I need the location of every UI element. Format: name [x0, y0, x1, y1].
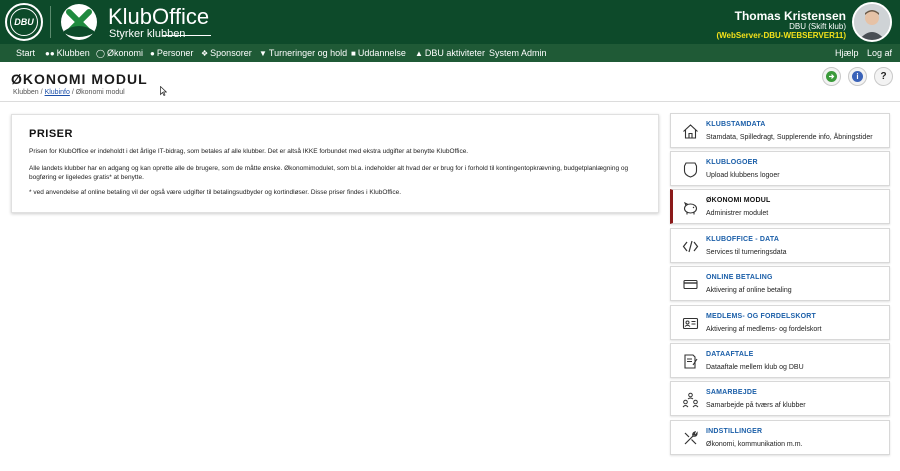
nav-label: Økonomi — [106, 48, 143, 58]
nav-item-start[interactable]: Start — [16, 44, 35, 62]
nav-label: System Admin — [489, 48, 547, 58]
nav-label: Turneringer og hold — [268, 48, 348, 58]
arrow-right-glyph — [829, 74, 835, 79]
breadcrumb-separator: / — [71, 89, 74, 96]
nav-label: Personer — [156, 48, 194, 58]
breadcrumb-current: Økonomi modul — [75, 89, 125, 96]
nav-label: Klubben — [56, 48, 90, 58]
nav-item-dbu-aktiviteter[interactable]: ▲ DBU aktiviteter — [415, 44, 485, 62]
sidebar-item-title: KLUBLOGOER — [706, 159, 758, 166]
shield-icon — [683, 162, 698, 178]
prices-paragraph-1: Prisen for KlubOffice er indeholdt i det… — [29, 148, 469, 155]
nav-item-personer[interactable]: ● Personer — [150, 44, 193, 62]
logout-link[interactable]: Log af — [867, 44, 892, 62]
user-name[interactable]: Thomas Kristensen — [735, 9, 846, 23]
prices-paragraph-2: Alle landets klubber har en adgang og ka… — [29, 165, 629, 181]
document-sign-icon — [684, 354, 698, 369]
sidebar-item-title: ØKONOMI MODUL — [706, 197, 771, 204]
graduation-icon: ▲ — [415, 49, 423, 58]
nav-label: DBU aktiviteter — [424, 48, 485, 58]
sidebar-item-subtitle: Stamdata, Spilledragt, Supplerende info,… — [706, 134, 873, 141]
server-label: (WebServer-DBU-WEBSERVER11) — [716, 31, 846, 40]
handshake-icon: ❖ — [201, 49, 209, 58]
sidebar-item-title: INDSTILLINGER — [706, 428, 763, 435]
app-header: DBU KlubOffice Styrker klubben Thomas Kr… — [0, 0, 900, 44]
sidebar-item-subtitle: Samarbejde på tværs af klubber — [706, 402, 806, 409]
nav-item-uddannelse[interactable]: ■ Uddannelse — [351, 44, 406, 62]
sidebar-item-title: DATAAFTALE — [706, 351, 754, 358]
info-icon: i — [852, 71, 863, 82]
arrow-right-icon — [826, 71, 837, 82]
piggy-bank-icon — [683, 201, 698, 215]
sidebar-item-kluboffice-data[interactable]: KLUBOFFICE - DATA Services til turnering… — [670, 228, 890, 263]
coin-icon: ◯ — [96, 49, 105, 58]
sidebar-item-subtitle: Aktivering af medlems- og fordelskort — [706, 326, 822, 333]
nav-item-okonomi[interactable]: ◯ Økonomi — [96, 44, 143, 62]
page-title: ØKONOMI MODUL — [11, 71, 148, 87]
mouse-cursor-icon — [160, 86, 167, 96]
brand-underline — [163, 35, 211, 36]
nav-item-sponsorer[interactable]: ❖ Sponsorer — [201, 44, 252, 62]
user-club-switch[interactable]: DBU (Skift klub) — [789, 22, 846, 31]
sidebar-item-subtitle: Økonomi, kommunikation m.m. — [706, 441, 803, 448]
breadcrumb: Klubben / Klubinfo / Økonomi modul — [13, 89, 125, 96]
forward-button[interactable] — [822, 67, 841, 86]
nav-label: Start — [16, 48, 36, 58]
prices-paragraph-3: * ved anvendelse af online betaling vil … — [29, 189, 402, 196]
nav-label: Sponsorer — [210, 48, 252, 58]
sidebar-item-dataaftale[interactable]: DATAAFTALE Dataaftale mellem klub og DBU — [670, 343, 890, 378]
sidebar-item-okonomi-modul[interactable]: ØKONOMI MODUL Administrer modulet — [670, 189, 890, 224]
dbu-logo[interactable]: DBU — [5, 3, 43, 41]
nav-item-system-admin[interactable]: System Admin — [489, 44, 547, 62]
help-button[interactable]: ? — [874, 67, 893, 86]
sidebar-item-samarbejde[interactable]: SAMARBEJDE Samarbejde på tværs af klubbe… — [670, 381, 890, 416]
trophy-icon: ▼ — [259, 49, 267, 58]
info-button[interactable]: i — [848, 67, 867, 86]
credit-card-icon — [683, 279, 698, 290]
prices-heading: PRISER — [29, 128, 73, 140]
sidebar-item-subtitle: Upload klubbens logoer — [706, 172, 780, 179]
nav-item-klubben[interactable]: ●● Klubben — [45, 44, 90, 62]
nav-item-turneringer[interactable]: ▼ Turneringer og hold — [259, 44, 347, 62]
sidebar-item-online-betaling[interactable]: ONLINE BETALING Aktivering af online bet… — [670, 266, 890, 301]
sidebar-item-medlemskort[interactable]: MEDLEMS- OG FORDELSKORT Aktivering af me… — [670, 305, 890, 340]
code-icon — [682, 240, 699, 253]
prices-card: PRISER Prisen for KlubOffice er indehold… — [11, 114, 659, 213]
sidebar-item-title: ONLINE BETALING — [706, 274, 773, 281]
sidebar-item-subtitle: Services til turneringsdata — [706, 249, 787, 256]
main-nav: Start ●● Klubben ◯ Økonomi ● Personer ❖ Spon… — [0, 44, 900, 62]
breadcrumb-separator: / — [40, 89, 43, 96]
sidebar-item-subtitle: Dataaftale mellem klub og DBU — [706, 364, 804, 371]
sidebar-item-title: SAMARBEJDE — [706, 389, 758, 396]
avatar[interactable] — [852, 2, 892, 42]
sidebar-item-title: MEDLEMS- OG FORDELSKORT — [706, 313, 816, 320]
sidebar-item-title: KLUBOFFICE - DATA — [706, 236, 780, 243]
sidebar-item-indstillinger[interactable]: INDSTILLINGER Økonomi, kommunikation m.m… — [670, 420, 890, 455]
nav-label: Uddannelse — [357, 48, 406, 58]
users-icon: ●● — [45, 49, 55, 58]
header-separator — [0, 101, 900, 102]
header-divider — [50, 6, 51, 38]
tools-icon — [684, 431, 698, 445]
breadcrumb-klubben[interactable]: Klubben — [13, 89, 39, 96]
sidebar-item-title: KLUBSTAMDATA — [706, 121, 766, 128]
help-link[interactable]: Hjælp — [835, 44, 859, 62]
sidebar-item-subtitle: Aktivering af online betaling — [706, 287, 792, 294]
house-icon — [683, 124, 698, 139]
brand-tagline: Styrker klubben — [109, 28, 186, 40]
avatar-image — [854, 4, 890, 40]
dbu-logo-ring — [10, 8, 38, 36]
brand-name: KlubOffice — [108, 4, 210, 29]
question-icon: ? — [880, 71, 887, 82]
id-card-icon — [682, 317, 699, 330]
book-icon: ■ — [351, 49, 356, 58]
kluboffice-logo-icon[interactable] — [60, 3, 98, 41]
person-icon: ● — [150, 49, 155, 58]
sidebar-item-klubstamdata[interactable]: KLUBSTAMDATA Stamdata, Spilledragt, Supp… — [670, 113, 890, 148]
sidebar-item-klublogoer[interactable]: KLUBLOGOER Upload klubbens logoer — [670, 151, 890, 186]
team-icon — [682, 392, 699, 408]
breadcrumb-klubinfo[interactable]: Klubinfo — [45, 89, 70, 96]
sidebar-item-subtitle: Administrer modulet — [706, 210, 769, 217]
